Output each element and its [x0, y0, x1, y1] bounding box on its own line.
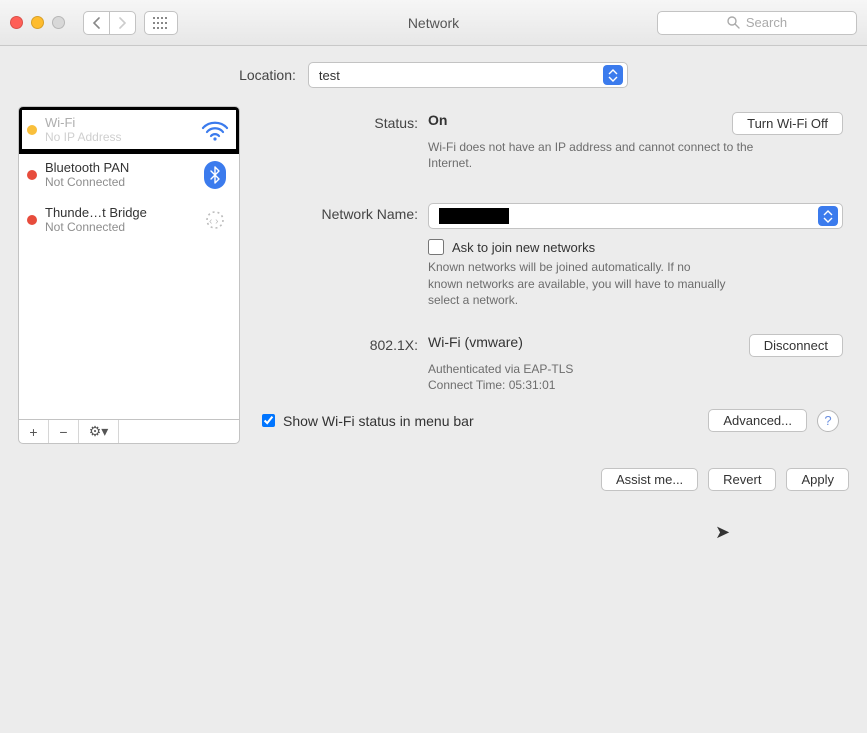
- interface-actions-button[interactable]: ⚙︎▾: [79, 420, 119, 443]
- apply-button[interactable]: Apply: [786, 468, 849, 491]
- sidebar-item-thunderbolt-bridge[interactable]: Thunde…t Bridge Not Connected ‹ ›: [19, 197, 239, 242]
- show-wifi-menubar-label: Show Wi-Fi status in menu bar: [283, 413, 474, 429]
- back-button[interactable]: [83, 11, 109, 35]
- interface-list: Wi-Fi No IP Address: [18, 106, 240, 420]
- ask-to-join-help: Known networks will be joined automatica…: [428, 259, 728, 308]
- grid-icon: [153, 17, 169, 29]
- dot1x-auth-text: Authenticated via EAP-TLS: [428, 361, 758, 377]
- window-traffic-lights: [10, 16, 65, 29]
- sidebar-item-wifi[interactable]: Wi-Fi No IP Address: [19, 107, 239, 152]
- remove-interface-button[interactable]: −: [49, 420, 79, 443]
- status-label: Status:: [258, 112, 428, 171]
- show-wifi-menubar-checkbox[interactable]: [262, 414, 275, 427]
- assist-me-button[interactable]: Assist me...: [601, 468, 698, 491]
- dot1x-disconnect-button[interactable]: Disconnect: [749, 334, 843, 357]
- nav-back-forward: [83, 11, 136, 35]
- search-placeholder: Search: [746, 15, 787, 30]
- thunderbolt-icon: ‹ ›: [201, 208, 229, 232]
- bottom-action-bar: Assist me... Revert Apply: [0, 454, 867, 507]
- advanced-button[interactable]: Advanced...: [708, 409, 807, 432]
- ask-to-join-label: Ask to join new networks: [452, 240, 595, 255]
- svg-text:‹ ›: ‹ ›: [209, 216, 218, 227]
- dropdown-caret-icon: [603, 65, 623, 85]
- status-dot-icon: [27, 125, 37, 135]
- interface-list-toolbar: + − ⚙︎▾: [18, 420, 240, 444]
- help-button[interactable]: ?: [817, 410, 839, 432]
- bluetooth-icon: [201, 163, 229, 187]
- network-name-label: Network Name:: [258, 203, 428, 308]
- search-input[interactable]: Search: [657, 11, 857, 35]
- interface-detail-panel: Status: On Turn Wi-Fi Off Wi-Fi does not…: [252, 106, 849, 444]
- wifi-icon: [201, 118, 229, 142]
- location-label: Location:: [239, 67, 296, 83]
- status-dot-icon: [27, 170, 37, 180]
- add-interface-button[interactable]: +: [19, 420, 49, 443]
- dot1x-label: 802.1X:: [258, 334, 428, 393]
- dropdown-caret-icon: [818, 206, 838, 226]
- sidebar-item-bluetooth-pan[interactable]: Bluetooth PAN Not Connected: [19, 152, 239, 197]
- location-select[interactable]: test: [308, 62, 628, 88]
- dot1x-connect-time: Connect Time: 05:31:01: [428, 377, 758, 393]
- zoom-window-button[interactable]: [52, 16, 65, 29]
- sidebar-item-label: Wi-Fi: [45, 115, 193, 130]
- toggle-wifi-button[interactable]: Turn Wi-Fi Off: [732, 112, 843, 135]
- location-value: test: [319, 68, 340, 83]
- sidebar-item-label: Bluetooth PAN: [45, 160, 193, 175]
- ask-to-join-checkbox[interactable]: [428, 239, 444, 255]
- forward-button[interactable]: [109, 11, 136, 35]
- titlebar: Search: [0, 0, 867, 46]
- chevron-left-icon: [92, 17, 101, 29]
- sidebar-item-sublabel: No IP Address: [45, 130, 193, 144]
- sidebar-item-label: Thunde…t Bridge: [45, 205, 193, 220]
- status-help-text: Wi-Fi does not have an IP address and ca…: [428, 139, 758, 171]
- sidebar-item-sublabel: Not Connected: [45, 220, 193, 234]
- close-window-button[interactable]: [10, 16, 23, 29]
- network-name-select[interactable]: [428, 203, 843, 229]
- search-icon: [727, 16, 740, 29]
- minimize-window-button[interactable]: [31, 16, 44, 29]
- dot1x-profile-name: Wi-Fi (vmware): [428, 334, 523, 350]
- revert-button[interactable]: Revert: [708, 468, 776, 491]
- status-value: On: [428, 112, 447, 128]
- show-all-prefpanes-button[interactable]: [144, 11, 178, 35]
- status-dot-icon: [27, 215, 37, 225]
- network-name-value: [439, 208, 509, 224]
- chevron-right-icon: [118, 17, 127, 29]
- mouse-cursor-icon: ➤: [715, 522, 730, 543]
- sidebar-item-sublabel: Not Connected: [45, 175, 193, 189]
